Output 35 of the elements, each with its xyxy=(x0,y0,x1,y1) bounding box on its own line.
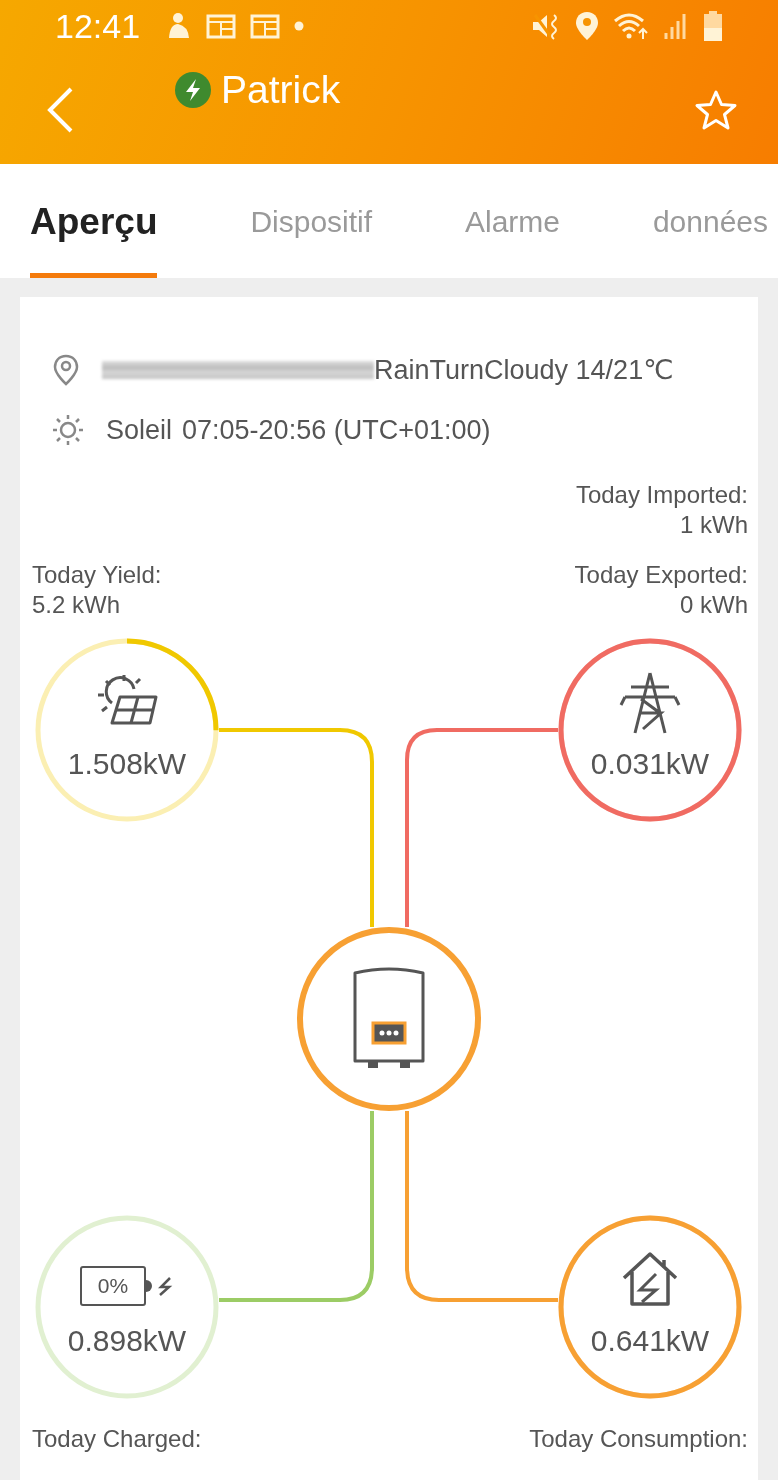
stat-value: 5.2 kWh xyxy=(32,590,122,620)
tab[interactable]: Dispositif xyxy=(250,164,373,278)
favorite-button[interactable] xyxy=(694,89,738,131)
status-time: 12:41 xyxy=(55,6,141,46)
house-icon xyxy=(620,1250,680,1308)
tab[interactable]: Alarme xyxy=(464,164,560,278)
battery-status-icon xyxy=(703,10,723,42)
stat-label: Today Exported: xyxy=(574,560,748,590)
bolt-badge-icon xyxy=(175,72,211,108)
weather-text: RainTurnCloudy 14/21℃ xyxy=(374,354,674,386)
signal-icon xyxy=(663,11,689,41)
power-reading: 0.898kW xyxy=(66,1324,188,1358)
tab[interactable]: Aperçu xyxy=(30,164,158,278)
stat-value: 0 kWh xyxy=(679,590,748,620)
page-title: Patrick xyxy=(221,68,341,112)
stat-label: Today Yield: xyxy=(32,560,162,590)
stat-label: Today Charged: xyxy=(32,1424,202,1454)
location-icon xyxy=(575,11,599,41)
power-reading: 1.508kW xyxy=(66,747,188,781)
stat-label: Today Imported: xyxy=(574,480,748,510)
notification-dot-icon xyxy=(294,21,305,31)
sun-hours: 07:05-20:56 (UTC+01:00) xyxy=(182,414,491,446)
calendar-icon xyxy=(250,13,281,39)
calendar-icon xyxy=(206,13,237,39)
power-reading: 0.641kW xyxy=(589,1324,711,1358)
sun-icon xyxy=(52,414,84,446)
location-pin-icon xyxy=(52,354,80,386)
tab[interactable]: données xyxy=(652,164,768,278)
stat-value: 1 kWh xyxy=(679,510,748,540)
sun-label: Soleil xyxy=(106,414,173,446)
stat-label: Today Consumption: xyxy=(529,1424,748,1454)
battery-icon: 0% xyxy=(80,1266,146,1306)
power-reading: 0.031kW xyxy=(589,747,711,781)
wifi-icon xyxy=(613,11,649,41)
inverter-icon xyxy=(351,967,427,1071)
